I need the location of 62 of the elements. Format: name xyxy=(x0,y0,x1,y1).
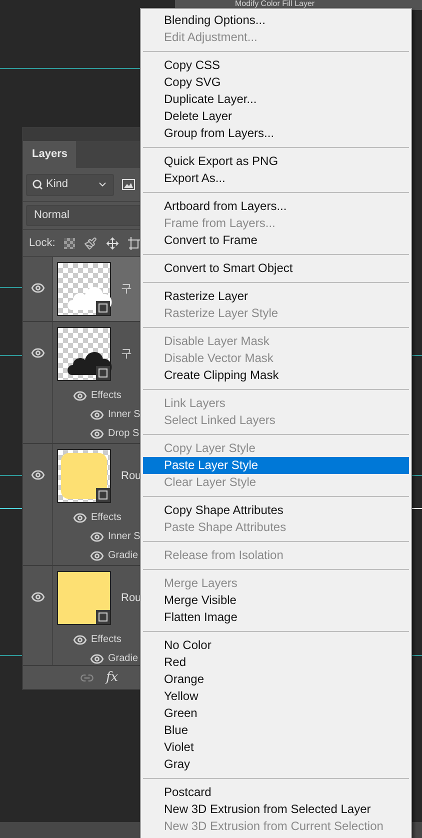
layer-name: 구 xyxy=(121,282,132,297)
effect-name: Drop S xyxy=(108,427,140,441)
menu-item[interactable]: Duplicate Layer... xyxy=(143,91,409,108)
menu-item[interactable]: Quick Export as PNG xyxy=(143,153,409,170)
eye-icon[interactable] xyxy=(30,468,44,482)
menu-item[interactable]: Group from Layers... xyxy=(143,125,409,142)
eye-icon[interactable] xyxy=(30,281,44,295)
menu-item[interactable]: No Color xyxy=(143,637,409,654)
layers-tab[interactable]: Layers xyxy=(23,141,76,168)
fx-button[interactable]: fx xyxy=(106,668,118,688)
menu-item[interactable]: Copy SVG xyxy=(143,74,409,91)
eye-icon[interactable] xyxy=(90,408,104,422)
menu-item[interactable]: Export As... xyxy=(143,170,409,187)
menu-item[interactable]: Merge Visible xyxy=(143,592,409,609)
menu-item[interactable]: Gray xyxy=(143,756,409,773)
image-icon[interactable] xyxy=(122,179,135,190)
menu-item[interactable]: Postcard xyxy=(143,784,409,801)
effect-name: Gradie xyxy=(108,652,138,665)
eye-icon[interactable] xyxy=(73,388,87,402)
shape-layer-icon xyxy=(96,488,110,502)
eye-icon[interactable] xyxy=(90,652,104,665)
search-icon xyxy=(32,179,43,190)
lock-transparency-icon[interactable] xyxy=(64,238,76,248)
eye-icon[interactable] xyxy=(30,346,44,360)
shape-layer-icon xyxy=(96,610,110,624)
lock-label: Lock: xyxy=(29,236,56,251)
eye-icon[interactable] xyxy=(90,548,104,562)
eye-icon[interactable] xyxy=(73,632,87,646)
menu-item[interactable]: Convert to Frame xyxy=(143,232,409,249)
menu-item[interactable]: Green xyxy=(143,705,409,722)
eye-icon[interactable] xyxy=(30,590,44,604)
eye-icon[interactable] xyxy=(90,530,104,544)
menu-item[interactable]: Blending Options... xyxy=(143,12,409,29)
effect-name: Inner S xyxy=(108,408,140,422)
menu-item[interactable]: Copy CSS xyxy=(143,57,409,74)
move-icon[interactable] xyxy=(106,236,120,250)
menu-item[interactable]: New 3D Extrusion from Selected Layer xyxy=(143,801,409,818)
effects-label: Effects xyxy=(91,633,122,647)
menu-item[interactable]: Violet xyxy=(143,739,409,756)
shape-layer-icon xyxy=(96,366,110,380)
shape-layer-icon xyxy=(96,301,110,315)
effects-label: Effects xyxy=(91,389,122,403)
layer-name: 구 xyxy=(121,346,132,362)
menu-item[interactable]: Paste Layer Style xyxy=(143,457,409,474)
eye-icon[interactable] xyxy=(90,426,104,440)
effects-label: Effects xyxy=(91,511,122,525)
eye-icon[interactable] xyxy=(73,510,87,524)
effect-name: Gradie xyxy=(108,549,138,563)
artboard-icon[interactable] xyxy=(128,236,142,250)
menu-item[interactable]: Create Clipping Mask xyxy=(143,367,409,384)
effect-name: Inner S xyxy=(108,530,140,544)
menu-item[interactable]: Copy Shape Attributes xyxy=(143,502,409,519)
filter-dropdown[interactable]: Kind xyxy=(26,174,114,196)
history-item[interactable]: Modify Color Fill Layer xyxy=(235,0,315,8)
brush-icon[interactable] xyxy=(84,236,98,250)
filter-label: Kind xyxy=(46,177,70,192)
menu-item[interactable]: Yellow xyxy=(143,688,409,705)
menu-item[interactable]: Red xyxy=(143,654,409,671)
menu-item[interactable]: Blue xyxy=(143,722,409,739)
menu-item[interactable]: Orange xyxy=(143,671,409,688)
menu-item[interactable]: Flatten Image xyxy=(143,609,409,626)
menu-item[interactable]: Delete Layer xyxy=(143,108,409,125)
